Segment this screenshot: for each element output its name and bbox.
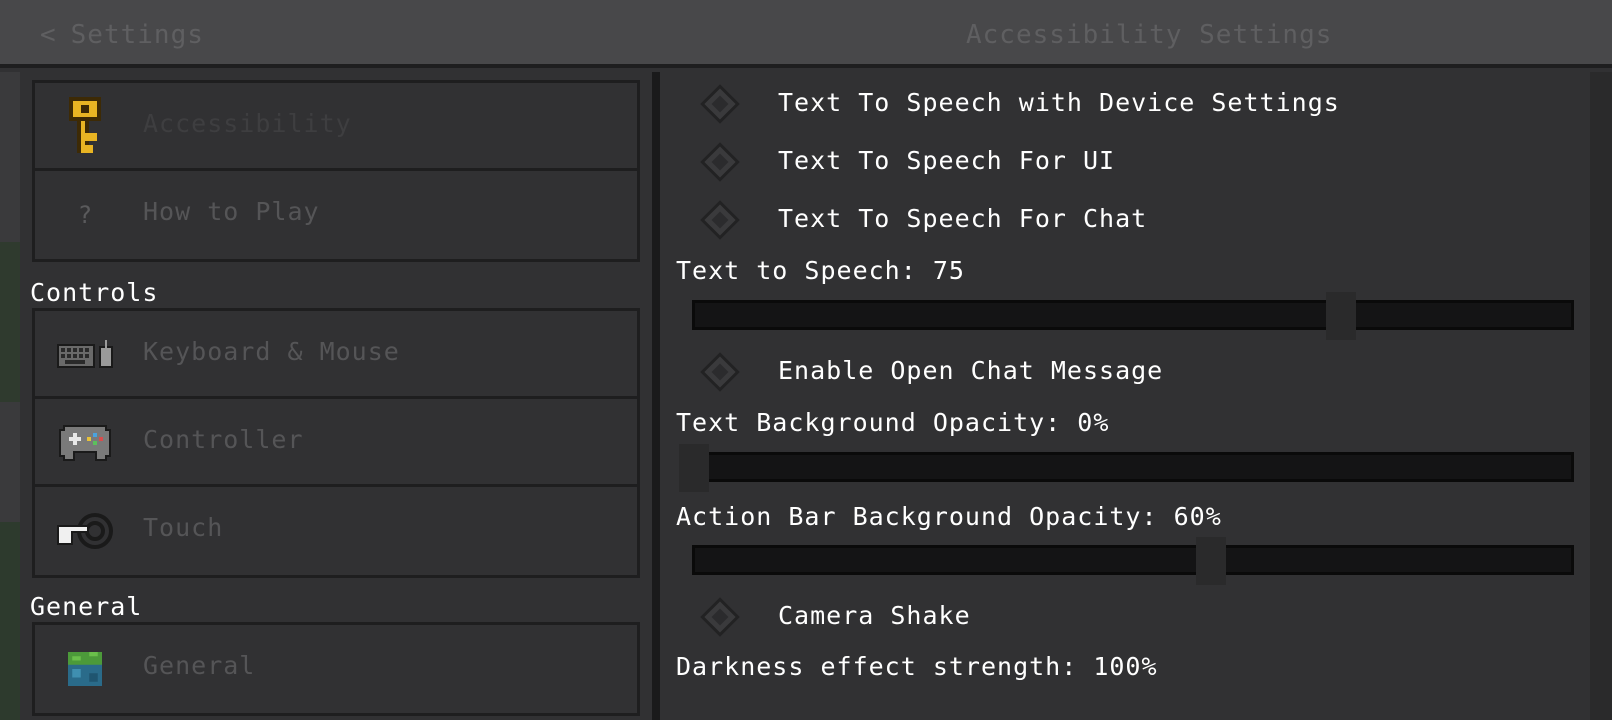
toggle-diamond-icon[interactable]	[700, 200, 740, 240]
grass-block-icon	[55, 639, 115, 699]
toggle-tts-chat[interactable]: Text To Speech For Chat	[660, 192, 1560, 246]
darkness-strength-label: Darkness effect strength: 100%	[676, 652, 1158, 681]
toggle-open-chat-message[interactable]: Enable Open Chat Message	[660, 344, 1560, 398]
pane-divider	[652, 72, 660, 720]
text-bg-opacity-slider[interactable]	[679, 444, 1574, 492]
toggle-diamond-icon[interactable]	[700, 597, 740, 637]
accessibility-settings-screen: < Settings Accessibility Settings Access…	[0, 0, 1612, 720]
chevron-left-icon: <	[40, 20, 57, 50]
toggle-diamond-icon[interactable]	[700, 84, 740, 124]
settings-sidebar: Accessibility ? How to Play Controls Key…	[0, 72, 652, 720]
sidebar-edge	[0, 72, 20, 720]
back-button[interactable]: < Settings	[40, 20, 204, 50]
general-heading: General	[30, 592, 143, 621]
top-bar: < Settings Accessibility Settings	[0, 0, 1612, 68]
sidebar-item-label: How to Play	[143, 197, 320, 226]
action-bar-opacity-slider[interactable]	[692, 537, 1574, 585]
text-bg-opacity-label: Text Background Opacity: 0%	[676, 408, 1110, 437]
toggle-camera-shake[interactable]: Camera Shake	[660, 589, 1560, 643]
action-bar-opacity-label: Action Bar Background Opacity: 60%	[676, 502, 1222, 531]
toggle-label: Text To Speech For Chat	[778, 204, 1148, 233]
sidebar-item-label: Controller	[143, 425, 304, 454]
sidebar-item-label: Keyboard & Mouse	[143, 337, 400, 366]
sidebar-item-keyboard-mouse[interactable]: Keyboard & Mouse	[35, 311, 637, 399]
back-label: Settings	[70, 20, 204, 50]
sidebar-item-controller[interactable]: Controller	[35, 399, 637, 487]
gamepad-icon	[55, 413, 115, 473]
slider-handle[interactable]	[1325, 292, 1356, 340]
sidebar-item-how-to-play[interactable]: ? How to Play	[35, 171, 637, 259]
slider-handle[interactable]	[679, 444, 709, 492]
toggle-label: Text To Speech with Device Settings	[778, 88, 1340, 117]
sidebar-group-top: Accessibility ? How to Play	[32, 80, 640, 262]
sidebar-item-general[interactable]: General	[35, 625, 637, 713]
sidebar-item-label: General	[143, 651, 256, 680]
controls-heading: Controls	[30, 278, 159, 307]
toggle-label: Enable Open Chat Message	[778, 356, 1164, 385]
panel-frame	[1590, 72, 1612, 720]
toggle-tts-ui[interactable]: Text To Speech For UI	[660, 134, 1560, 188]
key-icon	[55, 97, 115, 157]
touch-icon	[55, 501, 115, 561]
page-title: Accessibility Settings	[966, 20, 1333, 50]
toggle-tts-device-settings[interactable]: Text To Speech with Device Settings	[660, 76, 1560, 130]
sidebar-item-accessibility[interactable]: Accessibility	[35, 83, 637, 171]
accessibility-settings-panel: Text To Speech with Device Settings Text…	[660, 72, 1612, 720]
keyboard-mouse-icon	[55, 325, 115, 385]
toggle-label: Text To Speech For UI	[778, 146, 1116, 175]
sidebar-group-controls: Keyboard & Mouse Controller Touch	[32, 308, 640, 578]
toggle-diamond-icon[interactable]	[700, 352, 740, 392]
question-icon: ?	[77, 201, 93, 229]
slider-handle[interactable]	[1196, 537, 1227, 585]
sidebar-item-label: Accessibility	[143, 109, 352, 138]
tts-volume-slider[interactable]	[692, 292, 1574, 340]
tts-volume-label: Text to Speech: 75	[676, 256, 965, 285]
sidebar-item-label: Touch	[143, 513, 224, 542]
toggle-label: Camera Shake	[778, 601, 971, 630]
sidebar-group-general: General	[32, 622, 640, 716]
toggle-diamond-icon[interactable]	[700, 142, 740, 182]
sidebar-item-touch[interactable]: Touch	[35, 487, 637, 575]
